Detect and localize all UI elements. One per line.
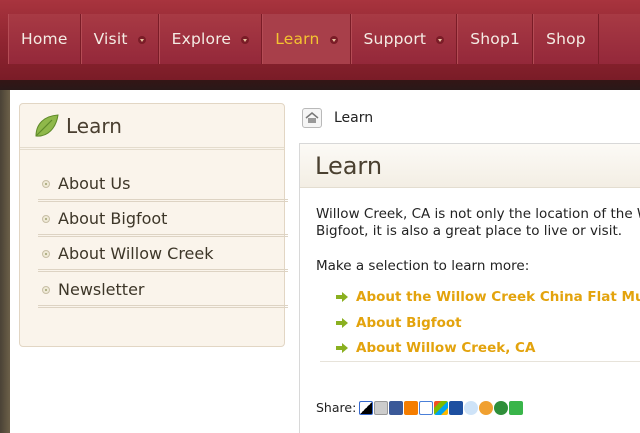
main-panel: Learn Willow Creek, CA is not only the l…: [299, 143, 640, 433]
page-title: Learn: [315, 151, 383, 180]
link-about-bigfoot[interactable]: About Bigfoot: [336, 315, 462, 331]
nav-label: Shop: [546, 30, 586, 48]
bullet-icon: [42, 285, 50, 294]
slashdot-icon[interactable]: [479, 400, 494, 415]
technorati-icon[interactable]: [509, 400, 524, 415]
intro-line: Willow Creek, CA is not only the locatio…: [316, 206, 640, 222]
nav-item-shop[interactable]: Shop: [533, 14, 599, 64]
share-label: Share:: [316, 400, 357, 415]
nav-item-home[interactable]: Home: [8, 14, 81, 64]
bullet-icon: [42, 214, 50, 223]
nav-label: Visit: [93, 30, 128, 48]
dropdown-caret-icon: [436, 35, 445, 44]
home-icon[interactable]: [302, 108, 322, 128]
sidebar-item-about-willow-creek[interactable]: About Willow Creek: [38, 238, 288, 272]
nav-item-support[interactable]: Support: [350, 14, 458, 64]
sidebar-item-newsletter[interactable]: Newsletter: [38, 274, 288, 308]
intro-line: Bigfoot, it is also a great place to liv…: [316, 223, 623, 239]
nav-item-shop1[interactable]: Shop1: [457, 14, 534, 64]
bullet-icon: [42, 179, 50, 188]
digg-icon[interactable]: [374, 400, 389, 415]
sidebar-item-about-us[interactable]: About Us: [38, 168, 288, 202]
stumbleupon-icon[interactable]: [494, 400, 509, 415]
myspace-icon[interactable]: [449, 400, 464, 415]
sidebar-item-label: About Bigfoot: [58, 209, 168, 228]
arrow-right-icon: [336, 343, 348, 353]
blogger-icon[interactable]: [404, 400, 419, 415]
panel-header: Learn: [300, 144, 640, 188]
breadcrumb: Learn: [302, 106, 373, 130]
sidebar-title: Learn: [66, 113, 122, 138]
nav-label: Support: [363, 30, 427, 48]
nav-label: Shop1: [470, 30, 521, 48]
link-about-willow-creek[interactable]: About Willow Creek, CA: [336, 340, 535, 356]
facebook-icon[interactable]: [389, 400, 404, 415]
nav-item-learn[interactable]: Learn: [262, 14, 351, 64]
arrow-right-icon: [336, 292, 348, 302]
nav-bar: Home Visit Explore Learn Support Shop1 S…: [8, 14, 640, 64]
intro-text: Willow Creek, CA is not only the locatio…: [316, 206, 640, 240]
sidebar-item-label: Newsletter: [58, 280, 145, 299]
dropdown-caret-icon: [137, 35, 146, 44]
sidebar-item-label: About Us: [58, 174, 131, 193]
nav-item-visit[interactable]: Visit: [80, 14, 159, 64]
link-label: About Willow Creek, CA: [356, 340, 536, 356]
nav-item-explore[interactable]: Explore: [158, 14, 263, 64]
share-bar: Share:: [316, 400, 524, 415]
google-icon[interactable]: [419, 400, 434, 415]
link-label: About the Willow Creek China Flat Muse: [356, 289, 640, 305]
dropdown-caret-icon: [329, 35, 338, 44]
nav-label: Learn: [275, 30, 320, 48]
sidebar: Learn About Us About Bigfoot About Willo…: [19, 103, 288, 347]
nav-label: Explore: [171, 30, 232, 48]
selection-prompt: Make a selection to learn more:: [316, 258, 530, 274]
windows-live-icon[interactable]: [434, 400, 449, 415]
link-china-flat-museum[interactable]: About the Willow Creek China Flat Muse: [336, 289, 640, 305]
breadcrumb-current: Learn: [334, 110, 374, 126]
link-label: About Bigfoot: [356, 315, 462, 331]
delicious-icon[interactable]: [359, 400, 374, 415]
reddit-icon[interactable]: [464, 400, 479, 415]
bullet-icon: [42, 249, 50, 258]
sidebar-item-label: About Willow Creek: [58, 244, 214, 263]
arrow-right-icon: [336, 318, 348, 328]
dropdown-caret-icon: [241, 35, 250, 44]
leaf-icon: [32, 112, 60, 140]
nav-label: Home: [21, 30, 68, 48]
sidebar-header: Learn: [20, 104, 284, 150]
top-navigation: Home Visit Explore Learn Support Shop1 S…: [0, 0, 640, 80]
sidebar-item-about-bigfoot[interactable]: About Bigfoot: [38, 203, 288, 237]
